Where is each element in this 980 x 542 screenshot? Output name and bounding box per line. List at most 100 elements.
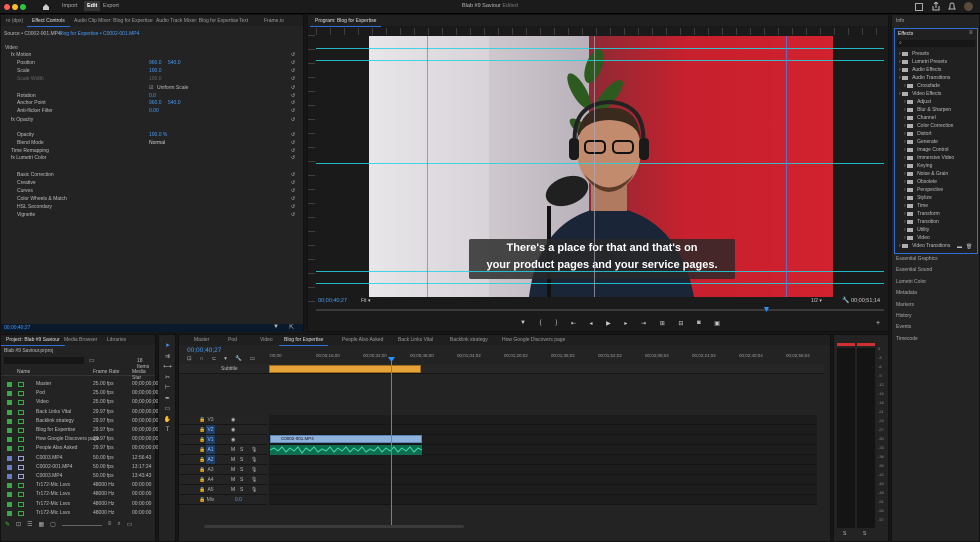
go-to-in-icon[interactable]: ⇤ [571,320,576,328]
close-window-button[interactable] [4,4,10,10]
find-icon[interactable]: ⌕ [117,521,120,530]
solo-button[interactable]: S [240,476,243,484]
col-name[interactable]: Name [17,369,30,375]
timeline-tab[interactable]: Blog for Expertise [279,335,329,346]
effect-control-value[interactable]: 0.00 [149,107,159,115]
solo-button[interactable]: S [240,486,243,494]
effects-folder-item[interactable]: › Audio Effects [899,66,941,74]
tab-frameio[interactable]: Frame.io [259,16,289,26]
effects-folder-item[interactable]: › Adjust [904,98,931,106]
guide-line-v2[interactable] [594,36,595,297]
effects-folder-item[interactable]: › Audio Transitions [899,74,950,82]
tab-audio-track-mixer[interactable]: Audio Track Mixer: Blog for Expertise [151,16,243,26]
track-label[interactable]: V1 [206,435,215,444]
track-lane[interactable] [269,495,817,505]
list-view-icon[interactable]: ☰ [27,521,32,530]
new-bin-icon[interactable]: ▬ [957,244,962,250]
effects-folder-item[interactable]: › Time [904,202,928,210]
list-item[interactable]: Back Links Vital 29.97 fps 00;00;00;00 [1,408,158,417]
effect-control-row[interactable]: fx Motion [11,51,31,59]
guide-line-h4[interactable] [316,271,884,272]
delete-icon[interactable]: 🗑 [966,244,972,250]
guide-line-h2[interactable] [316,60,884,61]
slip-icon[interactable]: ⊢ [164,385,171,392]
effect-control-row[interactable]: Anti-flicker Filter [17,107,53,115]
tab-audio-clip-mixer[interactable]: Audio Clip Mixer: Blog for Expertise [69,16,158,26]
pen-icon[interactable]: ✒ [164,396,171,403]
track-lane[interactable] [269,455,817,465]
lock-icon[interactable]: 🔒 [199,456,205,464]
effect-control-value[interactable]: Normal [149,139,165,147]
effects-folder-item[interactable]: › Video [904,234,930,242]
mic-icon[interactable]: 🎙 [251,466,257,474]
effects-folder-item[interactable]: › Channel [904,114,936,122]
effects-folder-item[interactable]: › Transition [904,218,939,226]
timeline-timecode[interactable]: 00;00;40;27 [187,347,221,354]
effect-control-row[interactable]: HSL Secondary [17,203,52,211]
label-color-chip[interactable] [7,464,12,470]
timeline-tab[interactable]: People Also Asked [337,335,388,345]
effects-tab[interactable]: Effects [898,31,913,37]
tab-effect-controls[interactable]: Effect Controls [27,16,70,27]
guide-line-v1[interactable] [427,36,428,297]
track-lane[interactable] [269,485,817,495]
effects-folder-item[interactable]: › Lumetri Presets [899,58,947,66]
list-item[interactable]: Master 25.00 fps 00;00;00;00 [1,380,158,389]
side-panel-tab[interactable]: Lumetri Color [896,279,926,285]
track-label[interactable]: A1 [206,445,215,454]
effects-folder-item[interactable]: › Transform [904,210,940,218]
side-panel-tab[interactable]: Metadata [896,290,917,296]
track-header[interactable]: 🔒 A3 M S 🎙 [179,465,267,475]
timeline-tab[interactable]: How Google Discovers page [497,335,570,345]
effects-folder-item[interactable]: › Stylize [904,194,932,202]
workspace-edit[interactable]: Edit [84,1,101,11]
label-color-chip[interactable] [7,510,12,516]
sort-icon[interactable]: ≡ [108,521,112,530]
list-item[interactable]: Video 25.00 fps 00;00;00;00 [1,398,158,407]
guide-line-v3[interactable] [786,36,787,297]
tab-media-browser[interactable]: Media Browser [59,335,102,345]
program-timecode[interactable]: 00;00;40;27 [318,298,347,304]
mic-icon[interactable]: 🎙 [251,486,257,494]
mic-icon[interactable]: 🎙 [251,476,257,484]
tab-source[interactable]: ro (dpx) [1,16,28,26]
icon-view-icon[interactable]: ▦ [38,521,44,530]
razor-icon[interactable]: ✂ [164,375,171,382]
solo-button[interactable]: S [240,446,243,454]
linked-icon[interactable]: ⊂ [212,356,217,362]
list-item[interactable]: How Google Discovers page 29.97 fps 00;00;… [1,435,158,444]
playhead-handle[interactable] [388,357,395,362]
settings-icon[interactable]: 🔧 [235,356,242,362]
timeline-tab[interactable]: Master [189,335,214,345]
share-icon[interactable] [932,1,940,11]
avatar[interactable] [964,2,973,11]
list-item[interactable]: C0003.MP4 50.00 fps 12:56:43 [1,454,155,463]
zoom-slider[interactable] [61,525,102,526]
mix-volume-value[interactable]: 0.0 [235,496,242,504]
lock-icon[interactable]: 🔒 [199,436,205,444]
effect-control-row[interactable]: Anchor Point [17,99,46,107]
track-header[interactable]: 🔒 Mix 0.0 [179,495,267,505]
solo-button[interactable]: S [240,456,243,464]
mark-out-icon[interactable]: } [555,320,557,328]
bin-folder-icon[interactable]: ▭ [89,357,95,364]
play-button[interactable]: ▶ [606,320,611,328]
effect-control-value[interactable]: 100.0 % [149,131,167,139]
mic-icon[interactable]: 🎙 [251,456,257,464]
list-item[interactable]: C0002-001.MP4 50.00 fps 13:17:24 [1,463,155,472]
effects-folder-item[interactable]: › Video Effects [899,90,941,98]
eye-icon[interactable]: ◉ [231,436,235,444]
mute-button[interactable]: M [231,466,235,474]
timeline-tab[interactable]: Back Links Vital [393,335,438,345]
side-panel-tab[interactable]: Essential Graphics [896,256,938,262]
list-item[interactable]: Tr172-Mic Lsvs 48000 Hz 00:00:00 [1,490,155,499]
effect-control-row[interactable]: Curves [17,187,33,195]
nest-icon[interactable]: ⊡ [187,356,192,362]
effects-folder-item[interactable]: › Keying [904,162,932,170]
label-color-chip[interactable] [7,483,12,489]
track-label[interactable]: V3 [206,415,215,424]
rectangle-icon[interactable]: ▭ [164,406,171,413]
zoom-window-button[interactable] [20,4,26,10]
list-item[interactable]: People Also Asked 29.97 fps 00;00;00;00 [1,444,158,453]
timeline-tab[interactable]: Video [255,335,278,345]
